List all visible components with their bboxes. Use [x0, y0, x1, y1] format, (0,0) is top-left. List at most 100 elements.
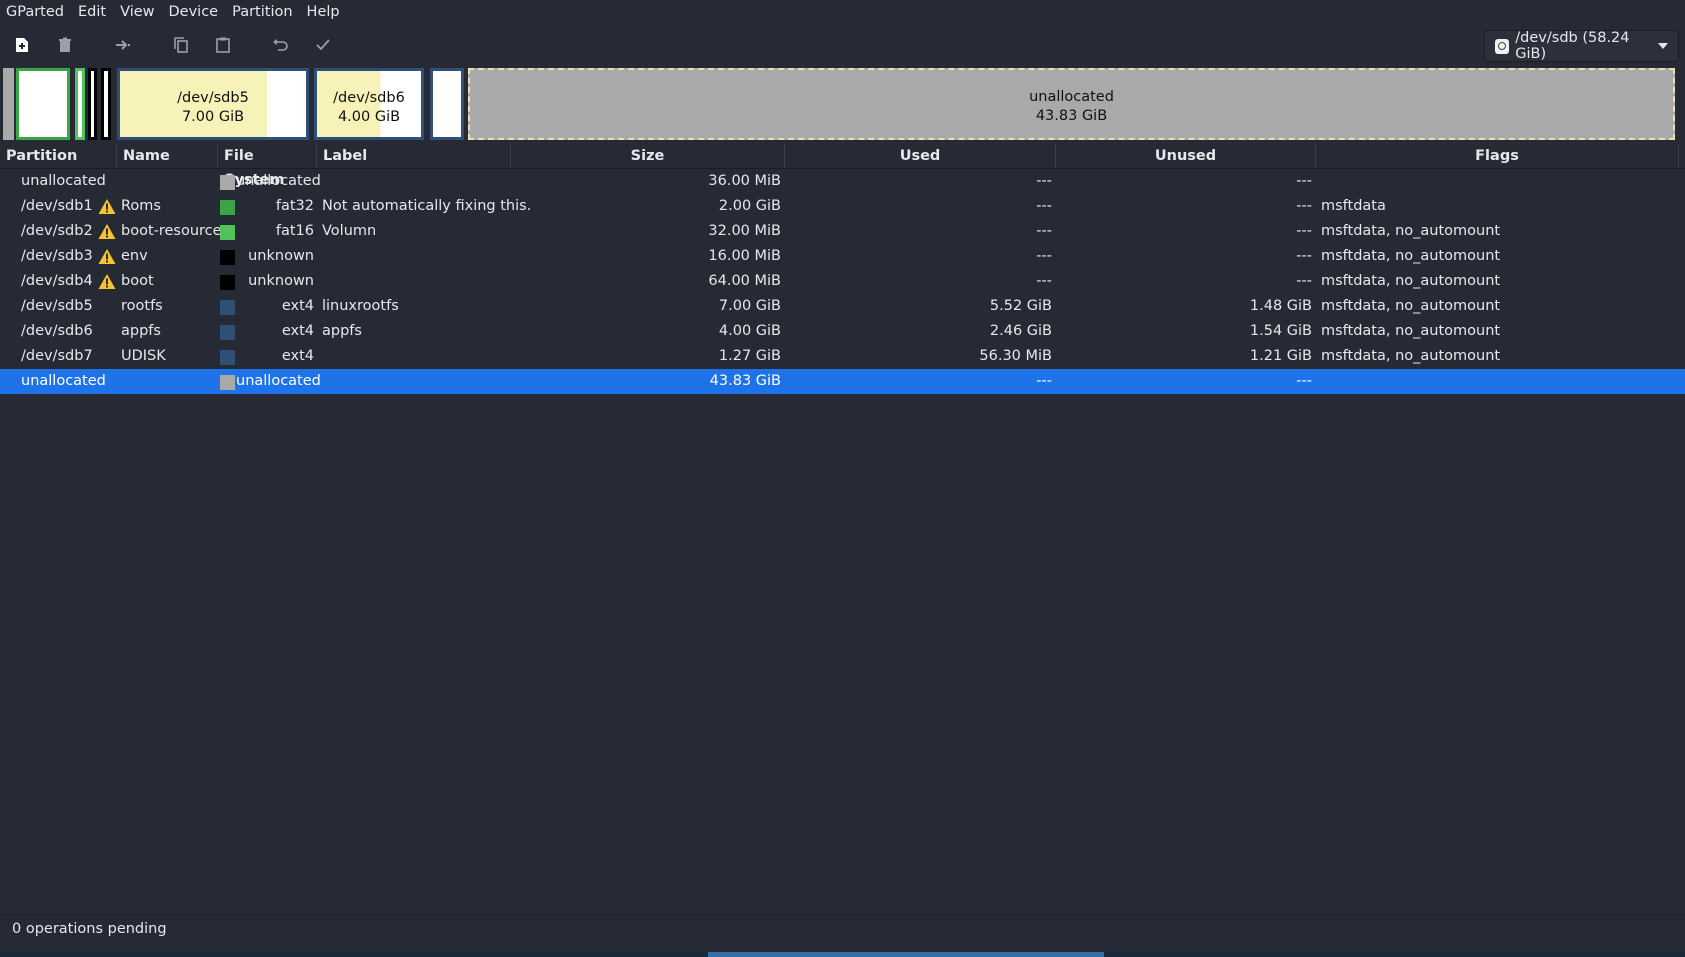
- cell-used: ---: [1036, 373, 1052, 389]
- table-row[interactable]: /dev/sdb4 boot unknown 64.00 MiB --- --- msftd…: [0, 269, 1685, 294]
- cell-name: UDISK: [121, 348, 166, 364]
- undo-icon: [273, 39, 288, 51]
- cell-size: 32.00 MiB: [708, 223, 781, 239]
- table-row[interactable]: /dev/sdb1 Roms fat32 Not automatically fixi…: [0, 194, 1685, 219]
- apply-icon: [316, 39, 330, 51]
- table-row[interactable]: unallocated unallocated 43.83 GiB --- ---: [0, 369, 1685, 394]
- cell-flags: msftdata, no_automount: [1321, 273, 1501, 289]
- menu-gparted[interactable]: GParted: [0, 0, 71, 24]
- bottom-strip: [0, 952, 1685, 957]
- cell-size: 36.00 MiB: [708, 173, 781, 189]
- operations-pending: 0 operations pending: [12, 921, 167, 937]
- cell-flags: msftdata, no_automount: [1321, 348, 1501, 364]
- resize-move-button[interactable]: [110, 32, 136, 58]
- disk-map: /dev/sdb5 7.00 GiB /dev/sdb6 4.00 GiB un…: [0, 66, 1685, 140]
- table-row[interactable]: /dev/sdb2 boot-resource fat16 Volumn 32.00 M…: [0, 219, 1685, 244]
- copy-button[interactable]: [168, 32, 194, 58]
- device-label: /dev/sdb (58.24 GiB): [1515, 30, 1630, 62]
- cell-size: 16.00 MiB: [708, 248, 781, 264]
- column-name[interactable]: Name: [117, 144, 218, 168]
- cell-flags: msftdata, no_automount: [1321, 298, 1501, 314]
- cell-unused: ---: [1296, 273, 1312, 289]
- column-unused[interactable]: Unused: [1056, 144, 1316, 168]
- menu-view[interactable]: View: [113, 0, 161, 24]
- cell-partition: /dev/sdb3: [21, 248, 93, 264]
- cell-unused: ---: [1296, 248, 1312, 264]
- menu-device[interactable]: Device: [162, 0, 226, 24]
- delete-button[interactable]: [52, 32, 78, 58]
- cell-partition: unallocated: [21, 373, 106, 389]
- menu-bar: GParted Edit View Device Partition Help: [0, 0, 1685, 24]
- fs-color-swatch: [220, 275, 235, 290]
- diskmap-sdb6-name: /dev/sdb6: [333, 90, 405, 106]
- cell-partition: unallocated: [21, 173, 106, 189]
- diskmap-sdb5[interactable]: /dev/sdb5 7.00 GiB: [117, 68, 309, 140]
- cell-label: Not automatically fixing this.: [322, 198, 532, 214]
- fs-color-swatch: [220, 225, 235, 240]
- fs-color-swatch: [220, 200, 235, 215]
- menu-edit[interactable]: Edit: [71, 0, 113, 24]
- column-used[interactable]: Used: [785, 144, 1056, 168]
- cell-file-system: ext4: [281, 323, 314, 339]
- cell-file-system: unknown: [248, 273, 314, 289]
- diskmap-sdb3[interactable]: [88, 68, 97, 140]
- device-selector[interactable]: /dev/sdb (58.24 GiB): [1484, 30, 1679, 62]
- menu-partition[interactable]: Partition: [225, 0, 299, 24]
- cell-partition: /dev/sdb4: [21, 273, 93, 289]
- menu-help[interactable]: Help: [300, 0, 347, 24]
- cell-size: 4.00 GiB: [718, 323, 781, 339]
- cell-used: ---: [1036, 198, 1052, 214]
- paste-button[interactable]: [210, 32, 236, 58]
- column-file-system[interactable]: File System: [218, 144, 317, 188]
- diskmap-unallocated[interactable]: unallocated 43.83 GiB: [468, 68, 1675, 140]
- diskmap-sdb1[interactable]: [16, 68, 70, 140]
- cell-flags: msftdata: [1321, 198, 1386, 214]
- copy-icon: [174, 37, 188, 53]
- diskmap-sdb6[interactable]: /dev/sdb6 4.00 GiB: [314, 68, 424, 140]
- warning-icon: [98, 248, 116, 265]
- table-row[interactable]: /dev/sdb7 UDISK ext4 1.27 GiB 56.30 MiB 1.21 …: [0, 344, 1685, 369]
- table-row[interactable]: /dev/sdb3 env unknown 16.00 MiB --- --- msftda…: [0, 244, 1685, 269]
- column-flags[interactable]: Flags: [1316, 144, 1679, 168]
- cell-used: ---: [1036, 273, 1052, 289]
- cell-file-system: fat32: [275, 198, 314, 214]
- cell-label: appfs: [322, 323, 362, 339]
- cell-file-system: unallocated: [236, 173, 321, 189]
- diskmap-sdb6-size: 4.00 GiB: [337, 109, 401, 125]
- resize-move-icon: [116, 40, 130, 50]
- diskmap-unallocated-small[interactable]: [3, 68, 14, 140]
- table-row[interactable]: unallocated unallocated 36.00 MiB --- ---: [0, 169, 1685, 194]
- warning-icon: [98, 198, 116, 215]
- table-row[interactable]: /dev/sdb5 rootfs ext4 linuxrootfs 7.00 GiB 5.…: [0, 294, 1685, 319]
- cell-unused: ---: [1296, 373, 1312, 389]
- cell-unused: ---: [1296, 223, 1312, 239]
- cell-size: 64.00 MiB: [708, 273, 781, 289]
- cell-name: env: [121, 248, 148, 264]
- disk-icon: [1495, 38, 1510, 54]
- new-partition-button[interactable]: [9, 32, 35, 58]
- diskmap-sdb4[interactable]: [101, 68, 111, 140]
- diskmap-sdb2[interactable]: [75, 68, 85, 140]
- column-size[interactable]: Size: [511, 144, 785, 168]
- cell-partition: /dev/sdb1: [21, 198, 93, 214]
- cell-size: 2.00 GiB: [718, 198, 781, 214]
- undo-button[interactable]: [267, 32, 293, 58]
- table-header: Partition Name File System Label Size Us…: [0, 144, 1685, 188]
- column-label[interactable]: Label: [317, 144, 511, 168]
- cell-used: ---: [1036, 173, 1052, 189]
- column-partition[interactable]: Partition: [0, 144, 117, 168]
- apply-button[interactable]: [310, 32, 336, 58]
- fs-color-swatch: [220, 175, 235, 190]
- cell-unused: ---: [1296, 173, 1312, 189]
- status-bar: 0 operations pending: [0, 914, 1685, 945]
- table-row[interactable]: /dev/sdb6 appfs ext4 appfs 4.00 GiB 2.46 GiB 1…: [0, 319, 1685, 344]
- cell-flags: msftdata, no_automount: [1321, 223, 1501, 239]
- chevron-down-icon: [1658, 43, 1668, 49]
- cell-name: boot: [121, 273, 154, 289]
- new-partition-icon: [16, 38, 28, 52]
- cell-label: Volumn: [322, 223, 377, 239]
- cell-partition: /dev/sdb6: [21, 323, 93, 339]
- diskmap-sdb7[interactable]: [430, 68, 464, 140]
- cell-size: 43.83 GiB: [709, 373, 781, 389]
- cell-file-system: fat16: [275, 223, 314, 239]
